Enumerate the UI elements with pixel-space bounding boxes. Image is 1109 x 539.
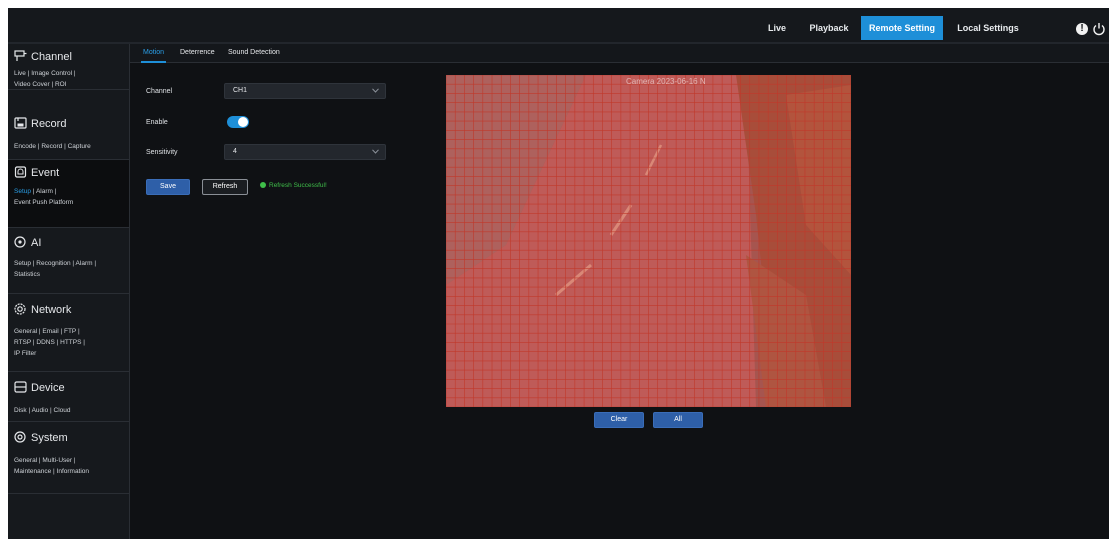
sidebar-item-event[interactable]: Event [14, 165, 59, 181]
sidebar-link-line[interactable]: Video Cover | ROI [14, 79, 128, 90]
channel-icon [14, 50, 27, 61]
system-icon [14, 431, 26, 443]
enable-toggle[interactable] [227, 116, 249, 128]
record-icon [14, 117, 27, 129]
sidebar-link-line[interactable]: Encode | Record | Capture [14, 141, 128, 152]
sidebar-link-alarm[interactable]: | Alarm | [31, 188, 57, 195]
tab-motion[interactable]: Motion [141, 44, 167, 63]
clear-button[interactable]: Clear [594, 412, 644, 428]
sidebar-record-title: Record [31, 118, 67, 130]
power-icon[interactable] [1092, 22, 1106, 36]
channel-label: Channel [146, 88, 173, 95]
sidebar-link-line[interactable]: General | Multi-User | [14, 455, 128, 466]
sidebar-system-links[interactable]: General | Multi-User | Maintenance | Inf… [14, 455, 128, 477]
sidebar-item-system[interactable]: System [14, 430, 68, 446]
sidebar-link-line[interactable]: Live | Image Control | [14, 68, 128, 79]
sidebar-item-record[interactable]: Record [14, 116, 66, 132]
sidebar-item-channel[interactable]: Channel [14, 49, 72, 65]
sidebar-item-network[interactable]: Network [14, 302, 71, 318]
sidebar-link-line[interactable]: IP Filter [14, 348, 128, 359]
sidebar-item-device[interactable]: Device [14, 380, 65, 396]
event-icon [14, 166, 27, 178]
sidebar-section-system: System General | Multi-User | Maintenanc… [8, 422, 129, 494]
camera-osd-text: Camera 2023-06-16 N [626, 77, 706, 86]
sidebar-section-ai: AI Setup | Recognition | Alarm | Statist… [8, 228, 129, 294]
nvr-remote-setting-window: Live Playback Remote Setting Local Setti… [8, 8, 1109, 539]
tab-deterrence[interactable]: Deterrence [180, 44, 215, 63]
chevron-down-icon [372, 88, 379, 93]
network-icon [14, 303, 26, 315]
sidebar-network-title: Network [31, 304, 72, 316]
sidebar-link-line[interactable]: Setup | Alarm | [14, 186, 128, 197]
save-button[interactable]: Save [146, 179, 190, 195]
sidebar-section-record: Record Encode | Record | Capture [8, 90, 129, 160]
refresh-status-text: Refresh Successful! [269, 182, 327, 189]
refresh-button[interactable]: Refresh [202, 179, 248, 195]
sidebar-section-device: Device Disk | Audio | Cloud [8, 372, 129, 422]
sidebar-section-network: Network General | Email | FTP | RTSP | D… [8, 294, 129, 372]
sidebar-link-setup-active[interactable]: Setup [14, 188, 31, 195]
sidebar-link-line[interactable]: Setup | Recognition | Alarm | [14, 258, 128, 269]
sidebar-item-ai[interactable]: AI [14, 235, 41, 251]
sensitivity-select-value: 4 [233, 148, 237, 155]
tab-remote-setting[interactable]: Remote Setting [861, 16, 943, 40]
toggle-knob [238, 117, 248, 127]
sidebar-device-links[interactable]: Disk | Audio | Cloud [14, 405, 128, 416]
motion-detection-area[interactable]: Camera 2023-06-16 N [446, 75, 851, 407]
tab-playback[interactable]: Playback [806, 16, 852, 40]
event-subtabs: Motion Deterrence Sound Detection [130, 44, 1109, 63]
sidebar-link-line[interactable]: General | Email | FTP | [14, 326, 128, 337]
sensitivity-select[interactable]: 4 [224, 144, 386, 160]
tab-sound-detection[interactable]: Sound Detection [228, 44, 280, 63]
sidebar-section-event: Event Setup | Alarm | Event Push Platfor… [8, 160, 129, 228]
sidebar-event-links[interactable]: Setup | Alarm | Event Push Platform [14, 186, 128, 208]
sidebar: Channel Live | Image Control | Video Cov… [8, 44, 130, 539]
sidebar-channel-links[interactable]: Live | Image Control | Video Cover | ROI [14, 68, 128, 90]
sidebar-link-line[interactable]: RTSP | DDNS | HTTPS | [14, 337, 128, 348]
sidebar-link-line[interactable]: Event Push Platform [14, 197, 128, 208]
sidebar-section-channel: Channel Live | Image Control | Video Cov… [8, 44, 129, 90]
enable-label: Enable [146, 119, 168, 126]
ai-icon [14, 236, 26, 248]
sidebar-ai-title: AI [31, 237, 42, 249]
tab-live[interactable]: Live [762, 16, 792, 40]
sidebar-record-links[interactable]: Encode | Record | Capture [14, 141, 128, 152]
sidebar-network-links[interactable]: General | Email | FTP | RTSP | DDNS | HT… [14, 326, 128, 359]
channel-select[interactable]: CH1 [224, 83, 386, 99]
camera-snapshot [446, 75, 851, 407]
sidebar-event-title: Event [31, 167, 60, 179]
top-navigation-bar: Live Playback Remote Setting Local Setti… [8, 8, 1109, 44]
device-icon [14, 381, 27, 393]
sensitivity-label: Sensitivity [146, 149, 178, 156]
channel-select-value: CH1 [233, 87, 248, 94]
refresh-status-message: Refresh Successful! [260, 181, 327, 191]
sidebar-ai-links[interactable]: Setup | Recognition | Alarm | Statistics [14, 258, 128, 280]
sidebar-device-title: Device [31, 382, 65, 394]
sidebar-link-line[interactable]: Maintenance | Information [14, 466, 128, 477]
sidebar-channel-title: Channel [31, 51, 72, 63]
sidebar-link-line[interactable]: Disk | Audio | Cloud [14, 405, 128, 416]
sidebar-link-line[interactable]: Statistics [14, 269, 128, 280]
alert-icon[interactable]: ! [1076, 23, 1088, 35]
success-dot-icon [260, 182, 266, 188]
chevron-down-icon [372, 149, 379, 154]
select-all-button[interactable]: All [653, 412, 703, 428]
sidebar-system-title: System [31, 432, 68, 444]
tab-local-settings[interactable]: Local Settings [956, 16, 1020, 40]
